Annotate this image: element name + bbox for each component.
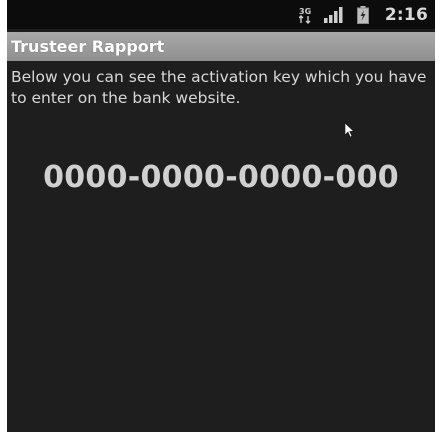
app-title-bar: Trusteer Rapport <box>7 32 435 61</box>
data-connection-icon: 3G <box>298 5 311 25</box>
app-title: Trusteer Rapport <box>11 37 165 56</box>
status-bar: 3G 2:16 <box>7 0 435 29</box>
signal-strength-icon <box>323 5 344 25</box>
status-bar-clock: 2:16 <box>384 4 428 25</box>
battery-charging-icon <box>356 5 369 25</box>
mouse-pointer-icon <box>344 122 355 142</box>
main-content: Below you can see the activation key whi… <box>7 61 435 432</box>
instructions-text: Below you can see the activation key whi… <box>11 68 427 107</box>
svg-text:3G: 3G <box>299 7 311 16</box>
phone-screen: 3G 2:16 Trusteer Rapport Below you can s… <box>7 0 435 432</box>
activation-key: 0000-0000-0000-000 <box>43 160 399 195</box>
